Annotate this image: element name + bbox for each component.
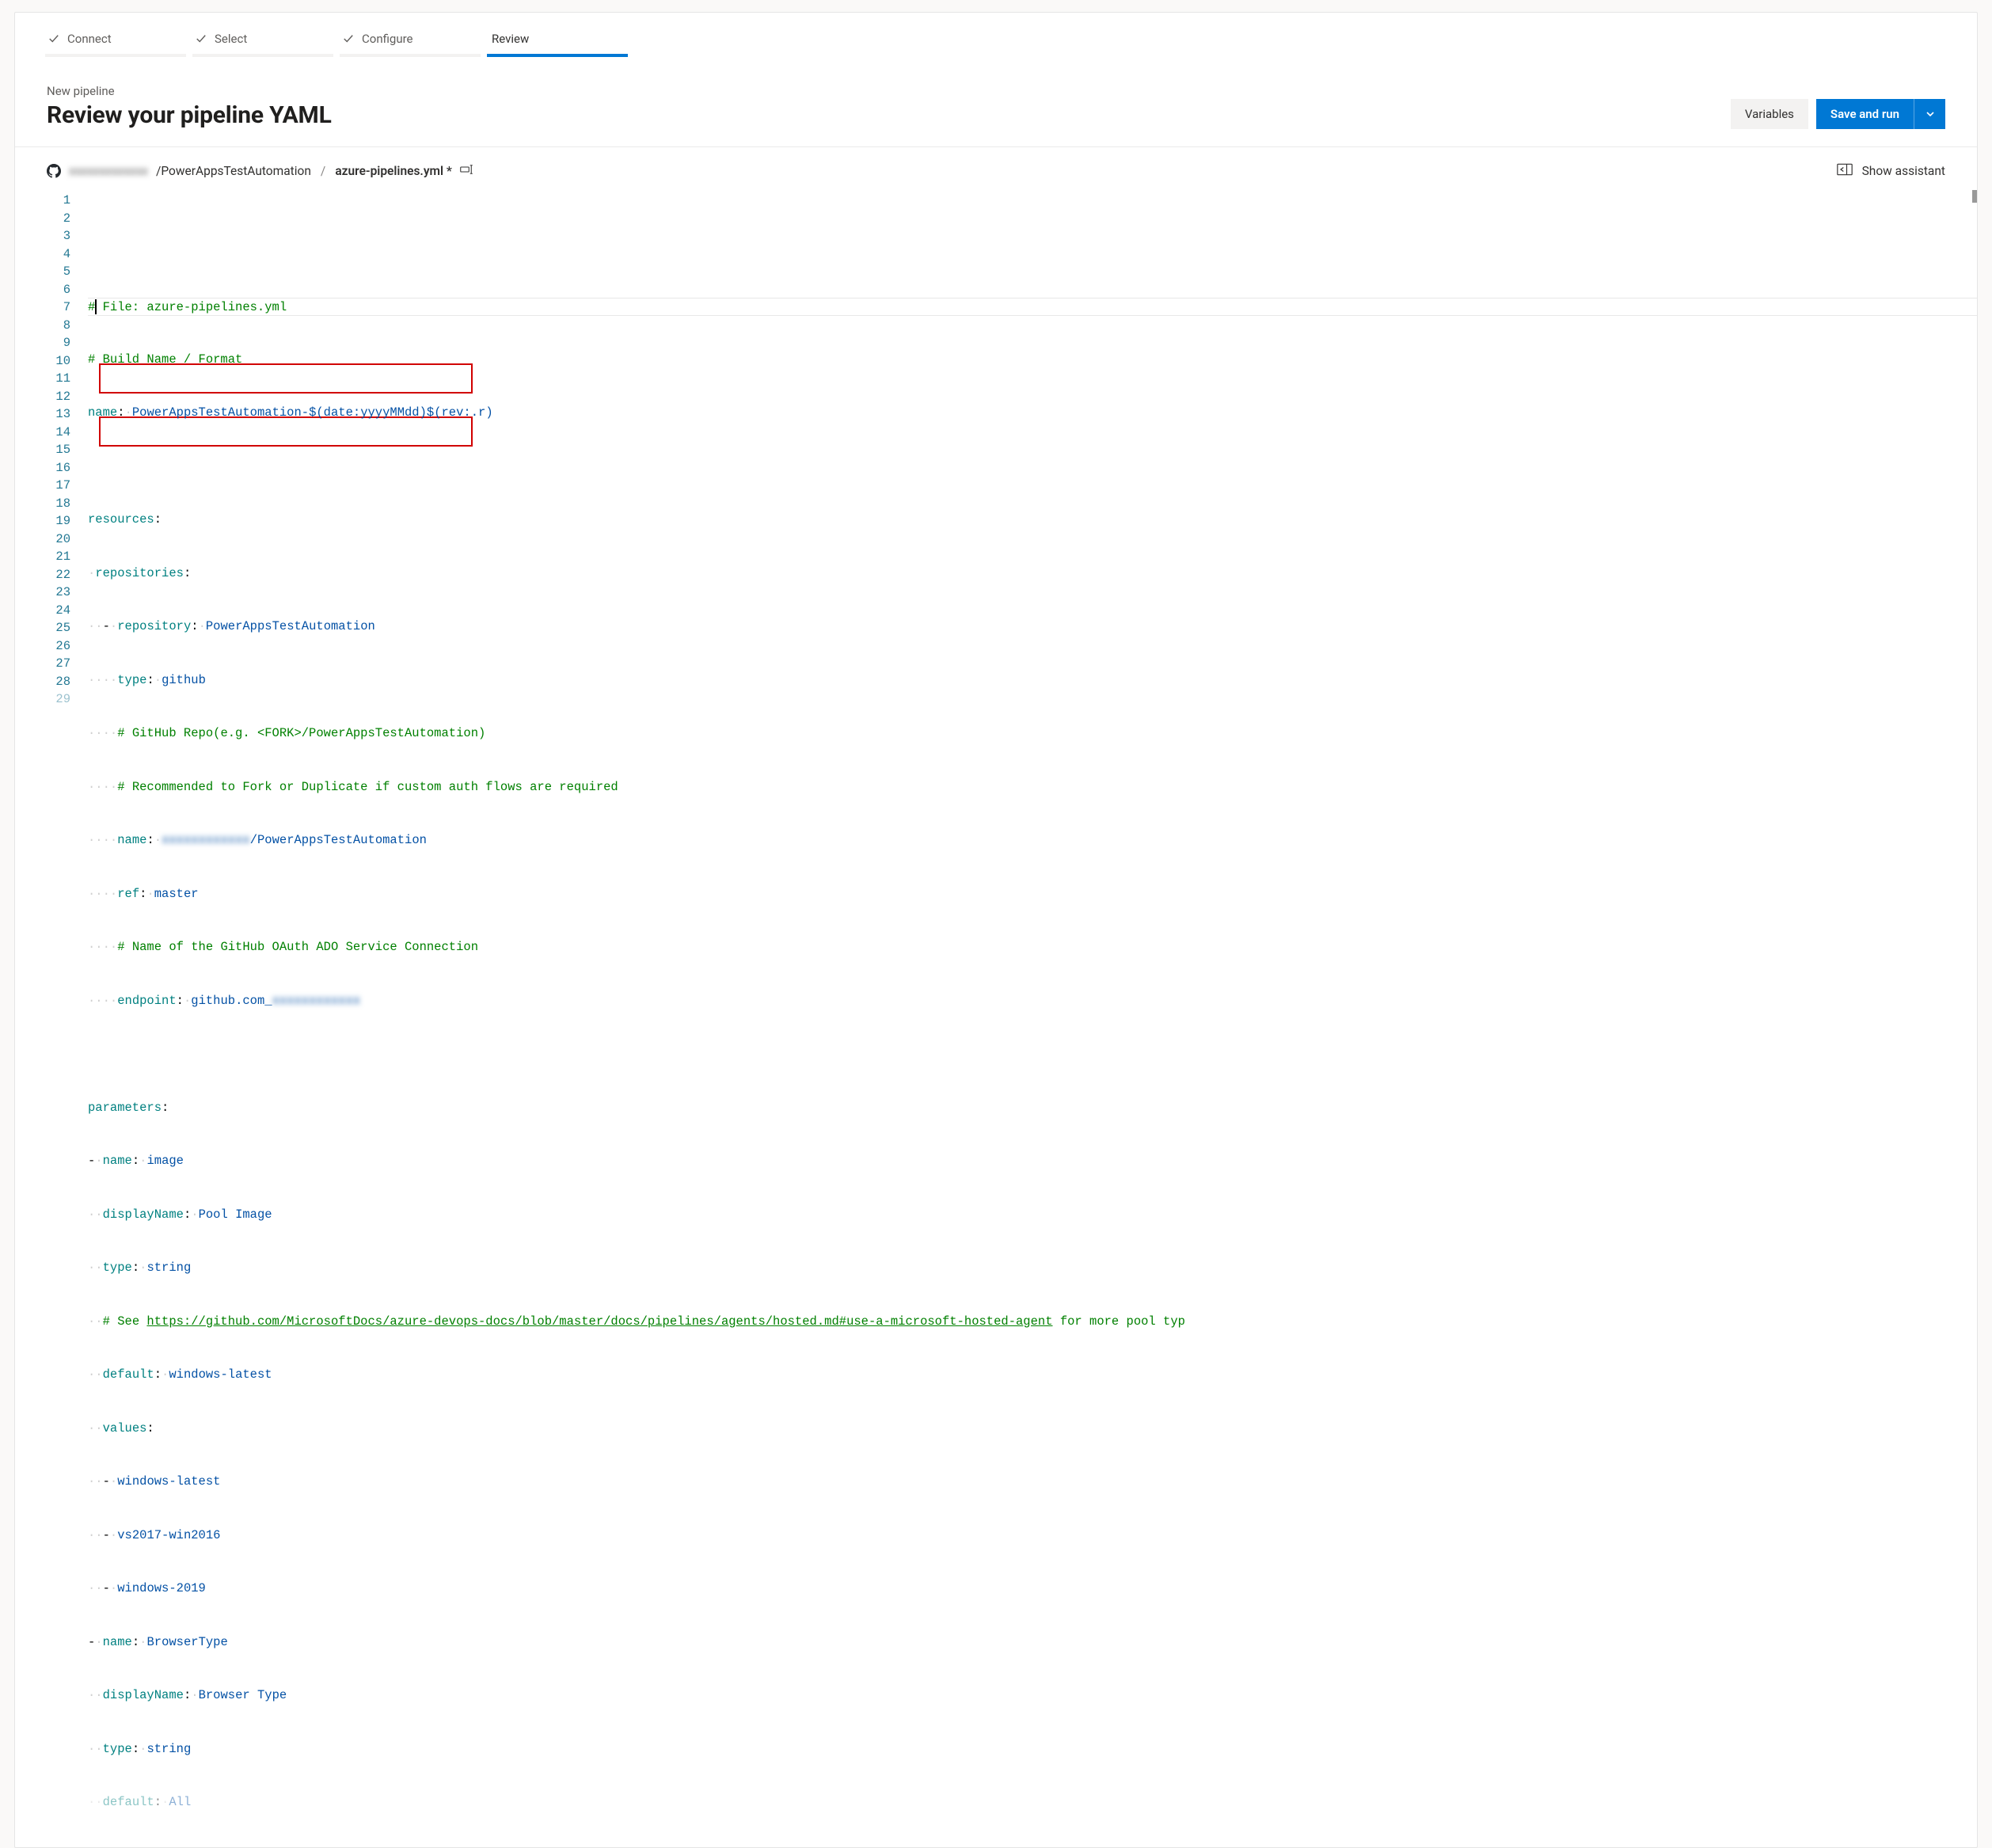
tab-configure-label: Configure — [362, 32, 413, 46]
code-line-21: ··default:·windows-latest — [88, 1366, 1977, 1384]
file-path-bar: xxxxxxxxxxxxx/PowerAppsTestAutomation / … — [15, 147, 1977, 190]
line-gutter: 1234567891011121314151617181920212223242… — [15, 192, 88, 1847]
code-line-17: -·name:·image — [88, 1152, 1977, 1170]
path-separator: / — [321, 164, 325, 178]
assistant-panel-icon — [1837, 163, 1853, 179]
code-line-7: ··-·repository:·PowerAppsTestAutomation — [88, 618, 1977, 636]
github-icon — [47, 164, 61, 178]
code-line-3: name:·PowerAppsTestAutomation-$(date:yyy… — [88, 404, 1977, 422]
breadcrumb: New pipeline — [47, 84, 332, 98]
save-and-run-button[interactable]: Save and run — [1816, 99, 1914, 129]
wizard-tabs: Connect Select Configure — [15, 13, 1977, 57]
code-line-8: ····type:·github — [88, 671, 1977, 690]
code-area[interactable]: # File: azure-pipelines.yml # Build Name… — [88, 192, 1977, 1847]
code-line-11: ····name:·xxxxxxxxxxxx/PowerAppsTestAuto… — [88, 831, 1977, 850]
code-line-5: resources: — [88, 511, 1977, 529]
check-icon — [196, 33, 207, 44]
code-line-20: ··# See https://github.com/MicrosoftDocs… — [88, 1313, 1977, 1331]
code-line-14: ····endpoint:·github.com_xxxxxxxxxxxx — [88, 992, 1977, 1010]
check-icon — [343, 33, 354, 44]
code-line-19: ··type:·string — [88, 1259, 1977, 1277]
repo-name: /PowerAppsTestAutomation — [156, 164, 311, 178]
tab-select[interactable]: Select — [192, 27, 333, 57]
code-line-4 — [88, 458, 1977, 476]
code-line-16: parameters: — [88, 1099, 1977, 1117]
save-and-run-caret[interactable] — [1914, 99, 1945, 129]
rename-icon[interactable] — [460, 164, 474, 178]
code-line-18: ··displayName:·Pool Image — [88, 1206, 1977, 1224]
page-title: Review your pipeline YAML — [47, 101, 332, 129]
code-line-22: ··values: — [88, 1420, 1977, 1438]
show-assistant-label: Show assistant — [1862, 164, 1945, 178]
pipeline-wizard-frame: Connect Select Configure — [14, 12, 1978, 1848]
check-icon — [48, 33, 59, 44]
code-line-1: # File: azure-pipelines.yml — [88, 298, 1977, 316]
tab-connect-label: Connect — [67, 32, 112, 46]
code-line-15 — [88, 1045, 1977, 1063]
tab-configure[interactable]: Configure — [340, 27, 481, 57]
tab-connect[interactable]: Connect — [45, 27, 186, 57]
page-header: New pipeline Review your pipeline YAML V… — [15, 57, 1977, 146]
code-line-28: ··type:·string — [88, 1740, 1977, 1759]
code-line-26: -·name:·BrowserType — [88, 1633, 1977, 1652]
tab-select-label: Select — [215, 32, 247, 46]
variables-button[interactable]: Variables — [1731, 99, 1808, 129]
tab-review[interactable]: Review — [487, 27, 628, 57]
code-line-24: ··-·vs2017-win2016 — [88, 1527, 1977, 1545]
code-line-29: ··default:·All — [88, 1793, 1977, 1812]
header-actions: Variables Save and run — [1731, 99, 1945, 129]
code-line-25: ··-·windows-2019 — [88, 1580, 1977, 1598]
code-line-12: ····ref:·master — [88, 885, 1977, 903]
repo-owner-redacted: xxxxxxxxxxxxx — [69, 164, 148, 178]
code-line-6: ·repositories: — [88, 565, 1977, 583]
yaml-editor[interactable]: 1234567891011121314151617181920212223242… — [15, 190, 1977, 1847]
code-line-9: ····# GitHub Repo(e.g. <FORK>/PowerAppsT… — [88, 724, 1977, 743]
code-line-23: ··-·windows-latest — [88, 1473, 1977, 1491]
code-line-27: ··displayName:·Browser Type — [88, 1686, 1977, 1705]
code-line-13: ····# Name of the GitHub OAuth ADO Servi… — [88, 938, 1977, 956]
file-name: azure-pipelines.yml * — [335, 164, 452, 178]
tab-review-label: Review — [492, 32, 529, 46]
save-and-run-split-button: Save and run — [1816, 99, 1945, 129]
show-assistant-button[interactable]: Show assistant — [1837, 163, 1945, 179]
code-line-10: ····# Recommended to Fork or Duplicate i… — [88, 778, 1977, 797]
code-line-2: # Build Name / Format — [88, 351, 1977, 369]
